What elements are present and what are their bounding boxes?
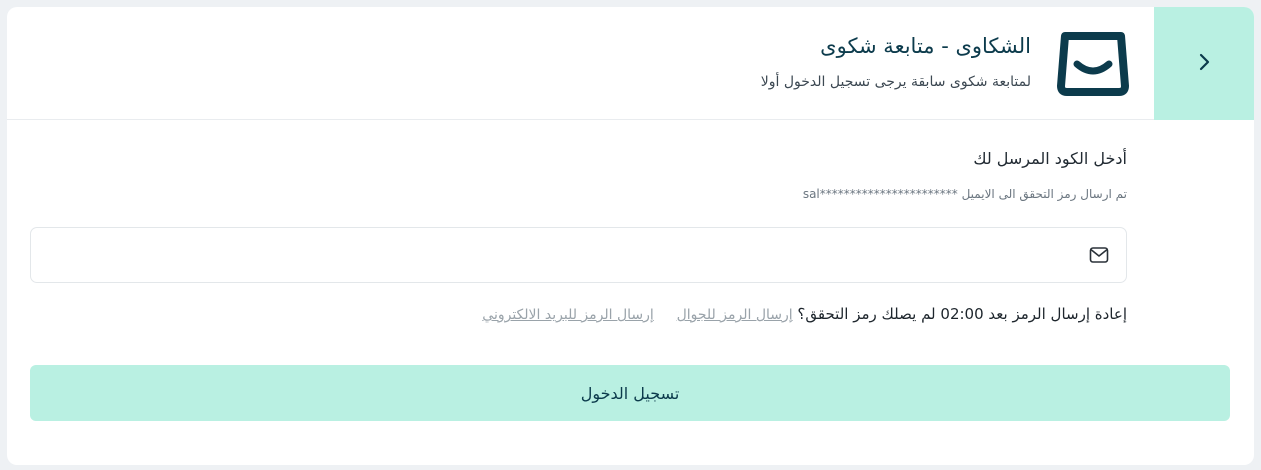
- complaint-card: الشكاوى - متابعة شكوى لمتابعة شكوى سابقة…: [7, 7, 1254, 465]
- page-subtitle: لمتابعة شكوى سابقة يرجى تسجيل الدخول أول…: [760, 74, 1031, 90]
- code-label: أدخل الكود المرسل لك: [973, 149, 1127, 168]
- verification-hint: تم ارسال رمز التحقق الى الايميل ********…: [802, 187, 1127, 201]
- brand-logo: [1055, 30, 1131, 96]
- resend-countdown-text: إعادة إرسال الرمز بعد 02:00 لم يصلك رمز …: [797, 305, 1127, 323]
- resend-row: إعادة إرسال الرمز بعد 02:00 لم يصلك رمز …: [482, 305, 1127, 323]
- back-button[interactable]: [1154, 7, 1254, 120]
- card-header: الشكاوى - متابعة شكوى لمتابعة شكوى سابقة…: [7, 7, 1254, 120]
- page-title: الشكاوى - متابعة شكوى: [820, 34, 1031, 58]
- code-input[interactable]: [31, 228, 1126, 282]
- code-field[interactable]: [30, 227, 1127, 283]
- mail-icon: [1089, 246, 1109, 264]
- send-code-email-link[interactable]: إرسال الرمز للبريد الالكتروني: [482, 307, 654, 323]
- send-code-sms-link[interactable]: إرسال الرمز للجوال: [677, 307, 793, 323]
- chevron-right-icon: [1194, 52, 1214, 76]
- login-button[interactable]: تسجيل الدخول: [30, 365, 1230, 421]
